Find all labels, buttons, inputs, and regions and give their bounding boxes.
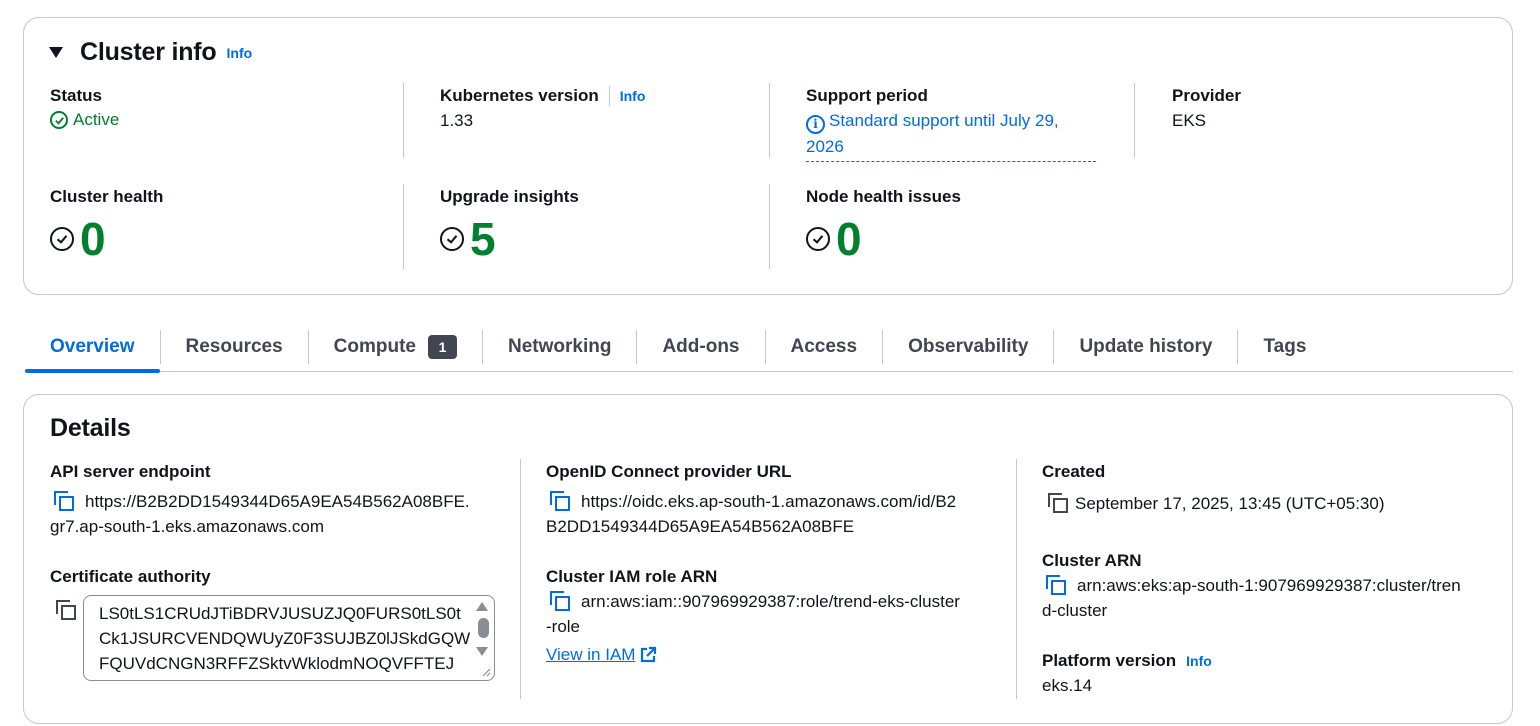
resize-grip-icon[interactable]	[481, 667, 491, 677]
tab-label: Resources	[185, 336, 283, 357]
caret-down-icon[interactable]	[49, 47, 63, 58]
support-period-text: Standard support until July 29, 2026	[806, 111, 1059, 156]
tab-label: Tags	[1263, 336, 1307, 357]
api-endpoint-label: API server endpoint	[50, 462, 211, 481]
tab-label: Observability	[908, 336, 1029, 357]
created-value: September 17, 2025, 13:45 (UTC+05:30)	[1075, 494, 1385, 513]
cluster-info-header[interactable]: Cluster info Info	[49, 38, 253, 67]
api-endpoint-value: https://B2B2DD1549344D65A9EA54B562A08BFE…	[85, 492, 470, 511]
copy-icon[interactable]	[550, 491, 571, 512]
upgrade-insights-count[interactable]: 5	[470, 216, 496, 262]
copy-icon[interactable]	[1048, 493, 1069, 514]
tab-tags[interactable]: Tags	[1238, 322, 1331, 372]
oidc-url-value-cont: B2DD1549344D65A9EA54B562A08BFE	[546, 517, 855, 536]
divider	[1016, 459, 1017, 699]
status-text: Active	[73, 110, 120, 129]
copy-icon[interactable]	[1046, 575, 1067, 596]
cluster-arn-label: Cluster ARN	[1042, 551, 1142, 570]
divider	[769, 83, 770, 158]
tab-label: Update history	[1079, 336, 1213, 357]
platform-version-value: eks.14	[1042, 676, 1093, 695]
check-circle-icon	[50, 227, 74, 251]
oidc-url-label: OpenID Connect provider URL	[546, 462, 792, 481]
tab-label: Overview	[50, 336, 135, 357]
copy-icon[interactable]	[54, 491, 75, 512]
divider	[520, 459, 521, 699]
check-circle-icon	[806, 227, 830, 251]
iam-role-value-cont: -role	[546, 617, 581, 636]
tab-compute[interactable]: Compute 1	[309, 322, 482, 372]
cluster-info-title: Cluster info	[80, 38, 217, 66]
view-in-iam-label: View in IAM	[546, 645, 636, 664]
cert-authority-text: LS0tLS1CRUdJTiBDRVJUSUZJQ0FURS0tLS0t Ck1…	[99, 604, 483, 680]
view-in-iam-link[interactable]: View in IAM	[546, 645, 657, 665]
divider	[403, 184, 404, 269]
provider-value: EKS	[1172, 111, 1207, 130]
tab-label: Networking	[508, 336, 612, 357]
node-health-label: Node health issues	[806, 187, 961, 206]
iam-role-value: arn:aws:iam::907969929387:role/trend-eks…	[581, 592, 960, 611]
scroll-down-arrow-icon[interactable]	[476, 647, 488, 656]
scroll-up-arrow-icon[interactable]	[476, 602, 488, 611]
cluster-arn-value-row: arn:aws:eks:ap-south-1:907969929387:clus…	[1042, 573, 1461, 598]
k8s-version-label-row: Kubernetes version Info	[440, 86, 645, 106]
cluster-health-value-row[interactable]: 0	[50, 216, 106, 262]
created-value-row: September 17, 2025, 13:45 (UTC+05:30)	[1042, 491, 1385, 516]
tab-label: Compute	[333, 336, 416, 357]
provider-label: Provider	[1172, 86, 1241, 105]
scrollbar-thumb[interactable]	[478, 618, 489, 638]
cluster-arn-value: arn:aws:eks:ap-south-1:907969929387:clus…	[1077, 576, 1461, 595]
cluster-arn-value-cont: d-cluster	[1042, 601, 1108, 620]
k8s-version-info-link[interactable]: Info	[620, 88, 646, 104]
iam-role-label: Cluster IAM role ARN	[546, 567, 718, 586]
compute-count-badge: 1	[428, 335, 457, 359]
cert-authority-textarea[interactable]: LS0tLS1CRUdJTiBDRVJUSUZJQ0FURS0tLS0t Ck1…	[83, 595, 495, 681]
divider	[1134, 83, 1135, 158]
details-title: Details	[50, 414, 131, 442]
divider	[608, 86, 610, 106]
divider	[769, 184, 770, 269]
status-label: Status	[50, 86, 102, 105]
tab-access[interactable]: Access	[766, 322, 883, 372]
tab-add-ons[interactable]: Add-ons	[637, 322, 764, 372]
info-circle-icon: i	[806, 115, 825, 134]
oidc-url-value-row: https://oidc.eks.ap-south-1.amazonaws.co…	[546, 489, 956, 514]
success-check-icon	[50, 111, 68, 129]
tab-networking[interactable]: Networking	[483, 322, 636, 372]
upgrade-insights-label: Upgrade insights	[440, 187, 579, 206]
api-endpoint-value-cont: gr7.ap-south-1.eks.amazonaws.com	[50, 517, 325, 536]
tab-update-history[interactable]: Update history	[1054, 322, 1237, 372]
tab-overview[interactable]: Overview	[25, 322, 160, 373]
k8s-version-label: Kubernetes version	[440, 86, 599, 105]
cert-authority-label: Certificate authority	[50, 567, 211, 586]
platform-version-info-link[interactable]: Info	[1186, 653, 1212, 669]
tab-label: Add-ons	[662, 336, 740, 357]
tab-bar: Overview Resources Compute 1 Networking A…	[25, 322, 1513, 373]
copy-icon[interactable]	[56, 600, 77, 621]
api-endpoint-value-row: https://B2B2DD1549344D65A9EA54B562A08BFE…	[50, 489, 470, 514]
cluster-info-info-link[interactable]: Info	[227, 45, 253, 61]
oidc-url-value: https://oidc.eks.ap-south-1.amazonaws.co…	[581, 492, 957, 511]
cluster-health-count[interactable]: 0	[80, 216, 106, 262]
divider	[403, 83, 404, 158]
copy-icon[interactable]	[550, 591, 571, 612]
upgrade-insights-value-row[interactable]: 5	[440, 216, 496, 262]
platform-version-label-row: Platform version Info	[1042, 651, 1212, 671]
check-circle-icon	[440, 227, 464, 251]
cluster-health-label: Cluster health	[50, 187, 164, 206]
external-link-icon	[641, 646, 657, 663]
support-period-label: Support period	[806, 86, 928, 105]
tab-resources[interactable]: Resources	[161, 322, 308, 372]
support-period-popover-trigger[interactable]: i Standard support until July 29, 2026	[806, 108, 1096, 162]
status-value: Active	[50, 110, 119, 130]
created-label: Created	[1042, 462, 1106, 481]
k8s-version-value: 1.33	[440, 111, 474, 130]
node-health-count[interactable]: 0	[836, 216, 862, 262]
platform-version-label: Platform version	[1042, 651, 1177, 670]
tab-observability[interactable]: Observability	[883, 322, 1053, 372]
tab-label: Access	[790, 336, 858, 357]
node-health-value-row[interactable]: 0	[806, 216, 862, 262]
iam-role-value-row: arn:aws:iam::907969929387:role/trend-eks…	[546, 589, 960, 614]
